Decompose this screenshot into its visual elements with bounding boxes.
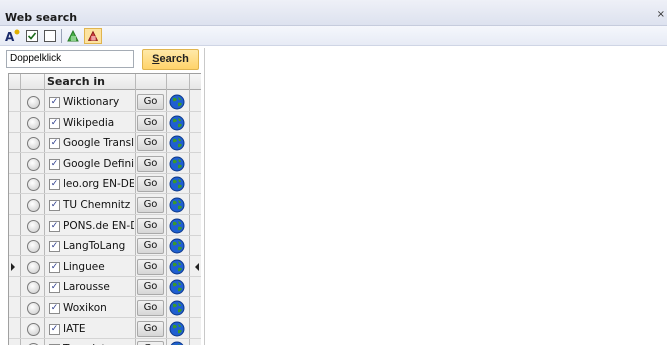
table-row[interactable]: ✓ leo.org EN-DE Go [9, 174, 201, 195]
window-title: Web search [5, 11, 78, 24]
go-button[interactable]: Go [137, 258, 164, 275]
select-radio[interactable] [27, 116, 40, 130]
enable-checkbox[interactable]: ✓ [49, 138, 60, 150]
svg-text:A: A [5, 30, 15, 44]
engine-label: PONS.de EN-DE [63, 219, 134, 232]
select-radio[interactable] [27, 199, 40, 212]
table-row[interactable]: ✓ LangToLang Go [9, 236, 201, 257]
engine-label: IATE [63, 322, 86, 335]
engine-label: Linguee [63, 260, 105, 273]
table-row[interactable]: ✓Google DefinitionGo [9, 154, 201, 174]
enable-checkbox[interactable]: ✓ [49, 241, 60, 253]
enable-checkbox[interactable]: ✓ [49, 97, 60, 108]
title-bar: Web search × [0, 0, 667, 26]
globe-icon[interactable] [169, 300, 185, 316]
go-button[interactable]: Go [137, 197, 164, 213]
go-button[interactable]: Go [137, 155, 164, 172]
engine-label: LangToLang [63, 240, 126, 253]
table-row[interactable]: ✓ IATE Go [9, 319, 201, 339]
globe-icon[interactable] [169, 238, 185, 254]
remove-bookmark-icon[interactable] [84, 28, 102, 44]
engine-label: Google Translator [63, 137, 134, 150]
table-row[interactable]: ✓ Larousse Go [9, 277, 201, 298]
globe-icon[interactable] [169, 341, 185, 345]
toolbar-separator [61, 29, 62, 43]
engine-label: Wiktionary [63, 96, 120, 108]
go-button[interactable]: Go [137, 238, 164, 255]
table-row[interactable]: ✓PONS.de EN-DEGo [9, 216, 201, 236]
enable-checkbox[interactable]: ✓ [49, 117, 60, 129]
current-row-indicator [195, 262, 199, 271]
engine-label: Larousse [63, 281, 110, 294]
enable-checkbox[interactable]: ✓ [49, 200, 60, 211]
go-button[interactable]: Go [137, 135, 164, 152]
font-settings-icon[interactable]: A [3, 28, 21, 44]
enable-checkbox[interactable]: ✓ [49, 179, 60, 191]
grid-header: Search in [9, 74, 201, 90]
go-button[interactable]: Go [137, 176, 164, 193]
globe-icon[interactable] [169, 94, 185, 110]
select-radio[interactable] [27, 96, 40, 109]
enable-checkbox[interactable]: ✓ [49, 282, 60, 294]
go-button[interactable]: Go [137, 341, 164, 345]
current-row-indicator [11, 262, 15, 271]
column-header-search-in: Search in [47, 75, 106, 88]
select-radio[interactable] [27, 178, 40, 192]
select-radio[interactable] [27, 322, 40, 336]
enable-checkbox[interactable]: ✓ [49, 220, 60, 232]
enable-checkbox[interactable]: ✓ [49, 261, 60, 273]
enable-checkbox[interactable]: ✓ [49, 158, 60, 170]
globe-icon[interactable] [169, 321, 185, 337]
select-radio[interactable] [27, 240, 40, 254]
table-row[interactable]: ✓ Wiktionary Go [9, 92, 201, 112]
uncheck-all-icon[interactable] [42, 28, 58, 44]
table-row[interactable]: ✓ Woxikon Go [9, 298, 201, 318]
select-radio[interactable] [27, 302, 40, 315]
globe-icon[interactable] [169, 279, 185, 295]
globe-icon[interactable] [169, 259, 185, 275]
panel-divider[interactable] [204, 48, 205, 345]
go-button[interactable]: Go [137, 300, 164, 316]
engine-label: Google Definition [63, 157, 134, 170]
go-button[interactable]: Go [137, 94, 164, 110]
go-button[interactable]: Go [137, 320, 164, 337]
search-input[interactable]: Doppelklick [6, 50, 134, 68]
globe-icon[interactable] [169, 115, 185, 131]
check-all-icon[interactable] [24, 28, 40, 44]
globe-icon[interactable] [169, 197, 185, 213]
engine-label: Wikipedia [63, 116, 115, 129]
select-radio[interactable] [27, 281, 40, 295]
add-bookmark-icon[interactable] [64, 28, 82, 44]
go-button[interactable]: Go [137, 114, 164, 131]
go-button[interactable]: Go [137, 279, 164, 296]
toolbar: A [0, 26, 667, 46]
search-button[interactable]: Search [142, 49, 199, 70]
globe-icon[interactable] [169, 176, 185, 192]
engine-label: leo.org EN-DE [63, 178, 134, 191]
table-row[interactable]: ✓ Linguee Go [9, 257, 201, 277]
enable-checkbox[interactable]: ✓ [49, 323, 60, 335]
table-row[interactable]: ✓TermdatGo [9, 339, 201, 345]
table-row[interactable]: ✓ Wikipedia Go [9, 113, 201, 133]
globe-icon[interactable] [169, 218, 185, 234]
select-radio[interactable] [27, 157, 40, 171]
table-row[interactable]: ✓TU Chemnitz - DiGo [9, 195, 201, 215]
select-radio[interactable] [27, 260, 40, 274]
table-row[interactable]: ✓Google TranslatorGo [9, 133, 201, 154]
globe-icon[interactable] [169, 156, 185, 172]
select-radio[interactable] [27, 219, 40, 233]
globe-icon[interactable] [169, 135, 185, 151]
go-button[interactable]: Go [137, 217, 164, 234]
search-engines-grid: Search in ✓ Wiktionary Go ✓ Wikipedia Go ✓ Goog… [8, 73, 201, 345]
engine-label: TU Chemnitz - Di [63, 199, 134, 211]
close-icon[interactable]: × [657, 9, 665, 20]
select-radio[interactable] [27, 137, 40, 151]
enable-checkbox[interactable]: ✓ [49, 303, 60, 314]
engine-label: Woxikon [63, 302, 107, 314]
